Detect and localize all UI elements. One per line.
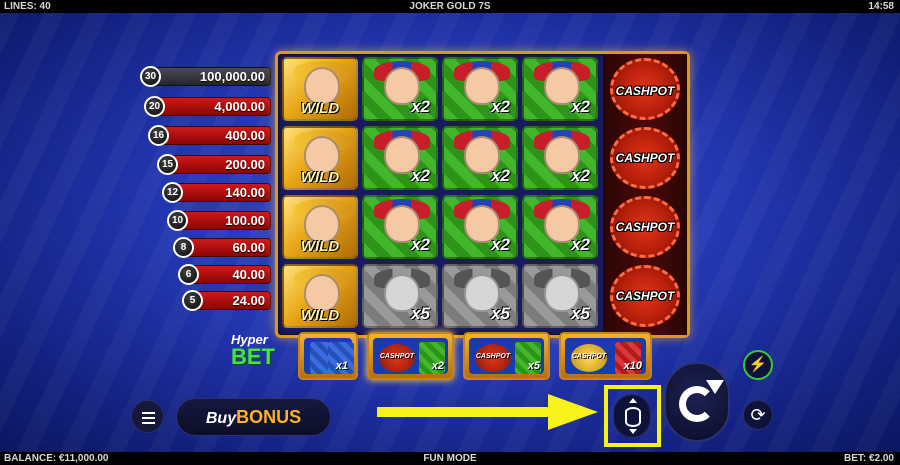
hyper-bet-option-x5[interactable]: CASHPOT x5 bbox=[463, 332, 550, 380]
ladder-value: 400.00 bbox=[225, 128, 265, 143]
joker-x2-symbol: x2 bbox=[522, 57, 598, 121]
game-stage: 100,000.00 30 4,000.00 20 400.00 16 200.… bbox=[0, 13, 900, 452]
joker-x2-symbol: x2 bbox=[522, 195, 598, 259]
cashpot-chip-icon: CASHPOT bbox=[571, 344, 607, 372]
spin-button[interactable] bbox=[664, 362, 730, 442]
buy-bonus-button[interactable]: BuyBONUS bbox=[176, 398, 331, 436]
cashpot-symbol: CASHPOT bbox=[615, 220, 675, 234]
hyper-bet-logo: Hyper BET bbox=[231, 332, 275, 369]
ladder-row: 100,000.00 30 bbox=[140, 66, 271, 87]
ladder-row: 400.00 16 bbox=[148, 125, 271, 146]
ladder-value: 24.00 bbox=[232, 293, 265, 308]
game-title: JOKER GOLD 7S bbox=[409, 1, 491, 12]
coin-stack-icon bbox=[625, 407, 641, 427]
cashpot-reel: CASHPOT CASHPOT CASHPOT CASHPOT bbox=[603, 54, 687, 335]
ladder-value: 100.00 bbox=[225, 213, 265, 228]
wild-symbol: WILD bbox=[282, 126, 358, 190]
joker-x2-symbol: x2 bbox=[442, 126, 518, 190]
reel-grid: WILD x2 x2 x2 WILD x2 x2 x2 WILD x2 x2 x… bbox=[275, 51, 690, 338]
bet-label: BET: €2.00 bbox=[843, 453, 894, 464]
hyper-bet-option-x1[interactable]: x1 bbox=[298, 332, 358, 380]
hyper-bet-option-x10[interactable]: CASHPOT x10 bbox=[559, 332, 652, 380]
joker-x2-symbol: x2 bbox=[522, 126, 598, 190]
annotation-arrow-head bbox=[548, 394, 598, 430]
ladder-row: 200.00 15 bbox=[157, 154, 271, 175]
menu-button[interactable] bbox=[131, 400, 164, 433]
ladder-row: 100.00 10 bbox=[167, 210, 271, 231]
ladder-row: 140.00 12 bbox=[162, 182, 271, 203]
clock: 14:58 bbox=[868, 1, 894, 12]
ladder-value: 200.00 bbox=[225, 157, 265, 172]
joker-x2-symbol: x2 bbox=[442, 57, 518, 121]
bottom-status-bar: BALANCE: €11,000.00 FUN MODE BET: €2.00 bbox=[0, 452, 900, 465]
joker-x2-symbol: x2 bbox=[362, 126, 438, 190]
hyper-bet-multiplier: x10 bbox=[623, 360, 642, 372]
wild-symbol: WILD bbox=[282, 57, 358, 121]
cashpot-symbol: CASHPOT bbox=[615, 151, 675, 165]
wild-symbol: WILD bbox=[282, 264, 358, 328]
cashpot-symbol: CASHPOT bbox=[615, 84, 675, 98]
top-status-bar: LINES: 40 JOKER GOLD 7S 14:58 bbox=[0, 0, 900, 13]
ladder-value: 60.00 bbox=[232, 240, 265, 255]
arrow-down-icon bbox=[629, 429, 637, 434]
joker-x2-symbol: x2 bbox=[442, 195, 518, 259]
autoplay-button[interactable]: ⟳ bbox=[743, 400, 773, 430]
ladder-count-badge: 16 bbox=[148, 125, 169, 146]
hyper-bet-multiplier: x2 bbox=[431, 360, 444, 372]
ladder-count-badge: 10 bbox=[167, 210, 188, 231]
cashpot-symbol: CASHPOT bbox=[615, 289, 675, 303]
ladder-count-badge: 6 bbox=[178, 264, 199, 285]
turbo-button[interactable]: ⚡ bbox=[743, 350, 773, 380]
ladder-count-badge: 15 bbox=[157, 154, 178, 175]
ladder-count-badge: 20 bbox=[144, 96, 165, 117]
joker-x5-symbol: x5 bbox=[522, 264, 598, 328]
ladder-value: 4,000.00 bbox=[214, 99, 265, 114]
ladder-row: 4,000.00 20 bbox=[144, 96, 271, 117]
ladder-count-badge: 8 bbox=[173, 237, 194, 258]
ladder-row: 24.00 5 bbox=[182, 290, 271, 311]
hyper-bet-option-x2[interactable]: CASHPOT x2 bbox=[367, 332, 454, 380]
hyper-bet-multiplier: x1 bbox=[335, 360, 348, 372]
autoplay-cycle-icon: ⟳ bbox=[750, 405, 766, 425]
ladder-value: 100,000.00 bbox=[199, 69, 265, 84]
wild-symbol: WILD bbox=[282, 195, 358, 259]
ladder-row: 60.00 8 bbox=[173, 237, 271, 258]
hyper-bet-multiplier: x5 bbox=[527, 360, 540, 372]
bet-settings-button[interactable] bbox=[613, 394, 651, 438]
annotation-arrow bbox=[377, 407, 552, 417]
cashpot-chip-icon: CASHPOT bbox=[379, 344, 415, 372]
hamburger-icon bbox=[142, 412, 155, 414]
ladder-count-badge: 12 bbox=[162, 182, 183, 203]
ladder-count-badge: 5 bbox=[182, 290, 203, 311]
joker-x5-symbol: x5 bbox=[362, 264, 438, 328]
mode-label: FUN MODE bbox=[423, 453, 477, 464]
joker-x2-symbol: x2 bbox=[362, 195, 438, 259]
cashpot-chip-icon: CASHPOT bbox=[475, 344, 511, 372]
lightning-icon: ⚡ bbox=[748, 356, 768, 373]
ladder-value: 40.00 bbox=[232, 267, 265, 282]
ladder-count-badge: 30 bbox=[140, 66, 161, 87]
joker-x5-symbol: x5 bbox=[442, 264, 518, 328]
arrow-up-icon bbox=[629, 398, 637, 403]
ladder-row: 40.00 6 bbox=[178, 264, 271, 285]
ladder-value: 140.00 bbox=[225, 185, 265, 200]
joker-x2-symbol: x2 bbox=[362, 57, 438, 121]
